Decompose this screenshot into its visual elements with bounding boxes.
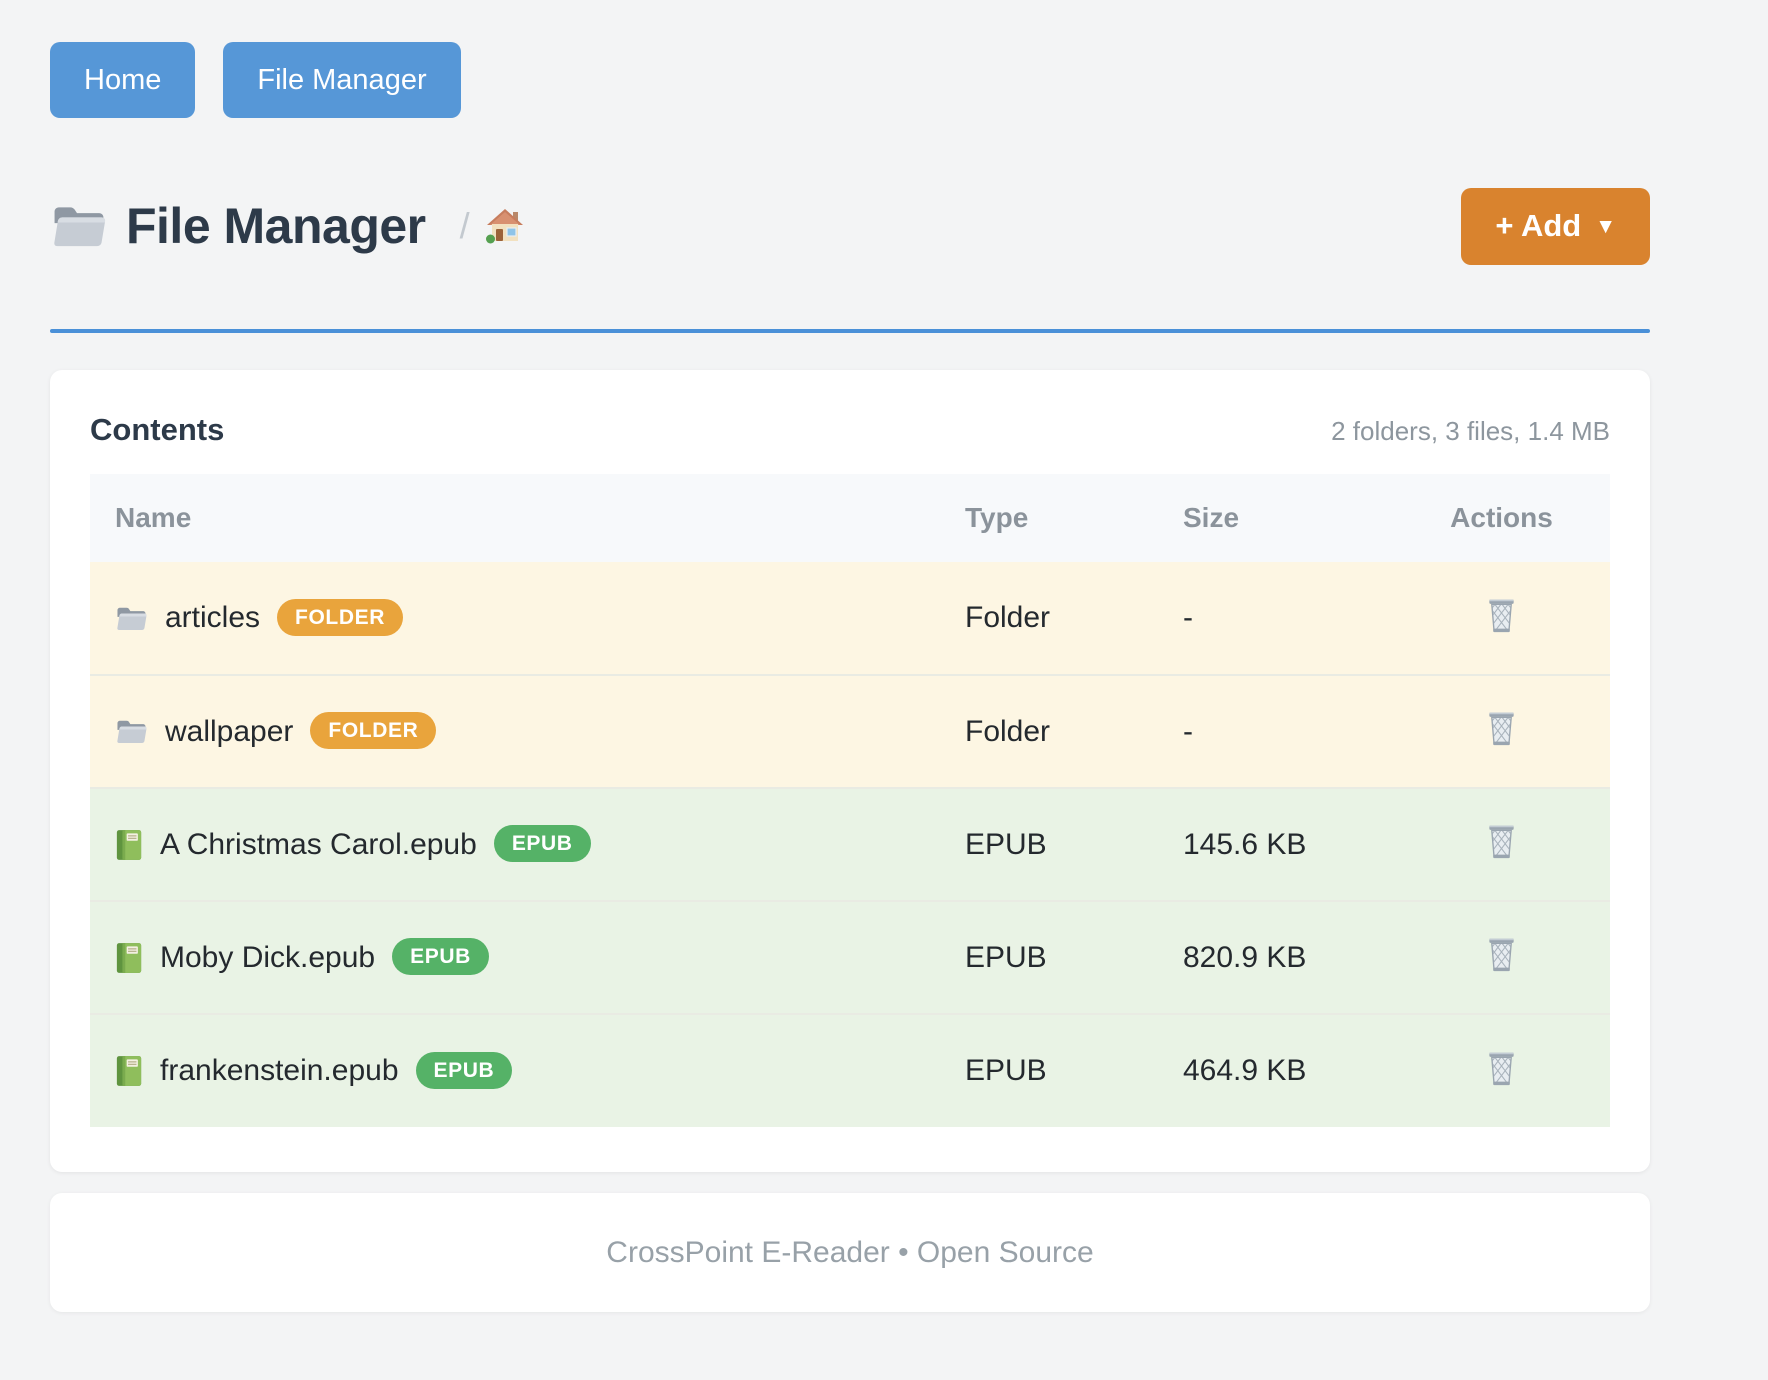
book-icon [115, 942, 143, 974]
footer-text: CrossPoint E-Reader • Open Source [606, 1236, 1093, 1270]
book-icon [115, 1055, 143, 1087]
size-cell: 464.9 KB [1183, 1014, 1393, 1127]
add-button[interactable]: + Add ▼ [1461, 188, 1650, 265]
folder-icon [115, 718, 148, 745]
file-name[interactable]: Moby Dick.epub [160, 941, 375, 975]
delete-button[interactable] [1481, 932, 1522, 979]
footer: CrossPoint E-Reader • Open Source [50, 1193, 1650, 1312]
size-cell: - [1183, 675, 1393, 788]
file-name[interactable]: frankenstein.epub [160, 1054, 399, 1088]
page: Home File Manager File Manager / [50, 0, 1650, 1312]
table-row[interactable]: articles FOLDER Folder - [90, 562, 1610, 675]
table-row[interactable]: frankenstein.epub EPUB EPUB 464.9 KB [90, 1014, 1610, 1127]
size-cell: 145.6 KB [1183, 788, 1393, 901]
top-nav: Home File Manager [50, 42, 1650, 118]
type-cell: Folder [965, 562, 1183, 675]
caret-down-icon: ▼ [1595, 215, 1616, 239]
file-name[interactable]: wallpaper [165, 715, 293, 749]
add-button-label: + Add [1495, 208, 1581, 244]
contents-card: Contents 2 folders, 3 files, 1.4 MB Name… [50, 370, 1650, 1172]
book-icon [115, 829, 143, 861]
column-header-name: Name [90, 474, 965, 562]
folder-icon [115, 605, 148, 632]
column-header-actions: Actions [1393, 474, 1610, 562]
home-button[interactable]: Home [50, 42, 195, 118]
type-badge: FOLDER [277, 599, 403, 636]
table-row[interactable]: wallpaper FOLDER Folder - [90, 675, 1610, 788]
type-badge: EPUB [416, 1052, 513, 1089]
table-header-row: Name Type Size Actions [90, 474, 1610, 562]
size-cell: 820.9 KB [1183, 901, 1393, 1014]
type-badge: EPUB [392, 938, 489, 975]
size-cell: - [1183, 562, 1393, 675]
page-title: File Manager [126, 197, 426, 255]
table-row[interactable]: Moby Dick.epub EPUB EPUB 820.9 KB [90, 901, 1610, 1014]
type-cell: EPUB [965, 1014, 1183, 1127]
contents-table-body: articles FOLDER Folder - [90, 562, 1610, 1127]
page-header: File Manager / + Add ▼ [50, 185, 1650, 267]
file-name[interactable]: articles [165, 601, 260, 635]
title-divider [50, 329, 1650, 333]
breadcrumb-separator: / [460, 205, 470, 247]
file-manager-button[interactable]: File Manager [223, 42, 460, 118]
type-badge: EPUB [494, 825, 591, 862]
table-row[interactable]: A Christmas Carol.epub EPUB EPUB 145.6 K… [90, 788, 1610, 901]
open-folder-icon [50, 203, 108, 249]
card-header: Contents 2 folders, 3 files, 1.4 MB [90, 412, 1610, 448]
contents-summary: 2 folders, 3 files, 1.4 MB [1331, 416, 1610, 447]
column-header-size: Size [1183, 474, 1393, 562]
title-group: File Manager / [50, 197, 524, 255]
type-cell: EPUB [965, 901, 1183, 1014]
contents-table: Name Type Size Actions articles [90, 474, 1610, 1127]
type-cell: Folder [965, 675, 1183, 788]
delete-button[interactable] [1481, 593, 1522, 640]
delete-button[interactable] [1481, 1046, 1522, 1093]
type-badge: FOLDER [310, 712, 436, 749]
file-name[interactable]: A Christmas Carol.epub [160, 828, 477, 862]
house-icon[interactable] [486, 208, 524, 244]
delete-button[interactable] [1481, 819, 1522, 866]
type-cell: EPUB [965, 788, 1183, 901]
contents-heading: Contents [90, 412, 224, 448]
delete-button[interactable] [1481, 706, 1522, 753]
column-header-type: Type [965, 474, 1183, 562]
